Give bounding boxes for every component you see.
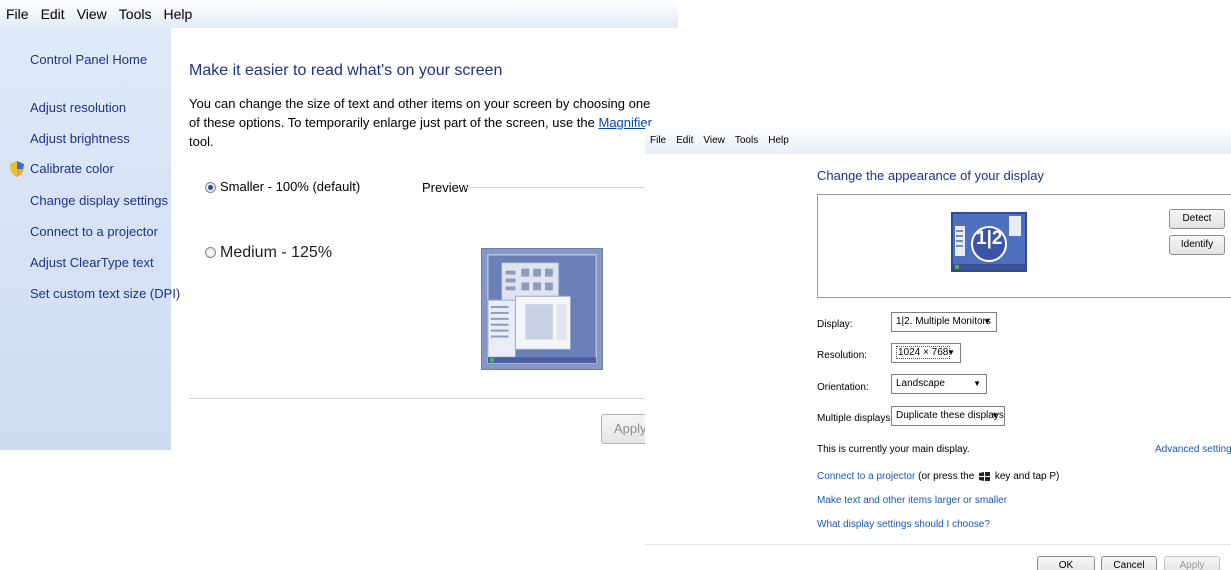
shield-icon xyxy=(10,161,24,177)
display-title: Change the appearance of your display xyxy=(817,168,1044,183)
option-medium-label: Medium - 125% xyxy=(220,244,333,261)
detect-button[interactable]: Detect xyxy=(1169,209,1225,229)
menu-edit[interactable]: Edit xyxy=(676,135,693,146)
display-select[interactable]: 1|2. Multiple Monitors ▼ xyxy=(891,312,997,332)
content-divider xyxy=(189,398,659,399)
menu-bar-2: File Edit View Tools Help xyxy=(645,126,1231,154)
sidebar-item-control-panel-home[interactable]: Control Panel Home xyxy=(30,52,147,67)
cancel-button[interactable]: Cancel xyxy=(1101,556,1157,570)
sidebar-item-custom-text-size[interactable]: Set custom text size (DPI) xyxy=(30,286,180,301)
projector-hint-start: (or press the xyxy=(915,471,978,482)
sidebar-item-adjust-cleartype[interactable]: Adjust ClearType text xyxy=(30,255,154,270)
sidebar-item-connect-projector[interactable]: Connect to a projector xyxy=(30,224,158,239)
menu-tools[interactable]: Tools xyxy=(735,135,758,146)
preview-divider xyxy=(465,187,647,188)
connect-projector-link[interactable]: Connect to a projector xyxy=(817,471,915,482)
orientation-label: Orientation: xyxy=(817,382,869,393)
chevron-down-icon: ▼ xyxy=(947,348,955,357)
menu-bar: File Edit View Tools Help xyxy=(0,0,678,28)
option-medium[interactable]: Medium - 125% xyxy=(205,244,332,262)
monitor-arrangement: 1|2 Detect Identify xyxy=(817,194,1231,298)
menu-edit[interactable]: Edit xyxy=(41,6,65,22)
menu-help[interactable]: Help xyxy=(768,135,789,146)
sidebar: Control Panel Home Adjust resolution Adj… xyxy=(0,28,180,450)
monitor-icon[interactable]: 1|2 xyxy=(951,212,1027,272)
display-select-value: 1|2. Multiple Monitors xyxy=(896,316,991,327)
orientation-select-value: Landscape xyxy=(896,378,945,389)
projector-line: Connect to a projector (or press the key… xyxy=(817,471,1059,482)
main-display-text: This is currently your main display. xyxy=(817,444,970,455)
display-label: Display: xyxy=(817,319,853,330)
display-help-link[interactable]: What display settings should I choose? xyxy=(817,519,990,530)
radio-smaller[interactable] xyxy=(205,182,216,194)
option-smaller[interactable]: Smaller - 100% (default) xyxy=(205,179,360,194)
chevron-down-icon: ▼ xyxy=(973,379,981,388)
page-title: Make it easier to read what's on your sc… xyxy=(189,62,503,79)
menu-file[interactable]: File xyxy=(6,6,29,22)
sidebar-item-adjust-brightness[interactable]: Adjust brightness xyxy=(30,131,130,146)
chevron-down-icon: ▼ xyxy=(983,317,991,326)
menu-tools[interactable]: Tools xyxy=(119,6,152,22)
projector-hint-end: key and tap P) xyxy=(992,471,1060,482)
menu-view[interactable]: View xyxy=(703,135,725,146)
resolution-label: Resolution: xyxy=(817,350,868,361)
page-description: You can change the size of text and othe… xyxy=(189,94,659,151)
display-settings-window: File Edit View Tools Help Change the app… xyxy=(645,126,1231,570)
radio-medium[interactable] xyxy=(205,247,216,259)
text-size-link[interactable]: Make text and other items larger or smal… xyxy=(817,495,1007,506)
multiple-displays-select[interactable]: Duplicate these displays ▼ xyxy=(891,406,1005,426)
sidebar-item-calibrate-color[interactable]: Calibrate color xyxy=(30,161,114,176)
sidebar-item-change-display-settings[interactable]: Change display settings xyxy=(30,193,168,208)
apply-button-2[interactable]: Apply xyxy=(1164,556,1220,570)
advanced-settings-link[interactable]: Advanced settings xyxy=(1155,444,1231,455)
windows-key-icon xyxy=(979,471,991,481)
preview-label: Preview xyxy=(422,180,469,195)
menu-view[interactable]: View xyxy=(77,6,107,22)
sidebar-item-adjust-resolution[interactable]: Adjust resolution xyxy=(30,100,126,115)
footer-divider xyxy=(645,544,1231,545)
preview-image-icon xyxy=(481,248,603,370)
menu-help[interactable]: Help xyxy=(163,6,192,22)
orientation-select[interactable]: Landscape ▼ xyxy=(891,374,987,394)
ok-button[interactable]: OK xyxy=(1037,556,1095,570)
text-size-window: File Edit View Tools Help Control Panel … xyxy=(0,0,678,450)
description-text: You can change the size of text and othe… xyxy=(189,96,651,130)
option-smaller-label: Smaller - 100% (default) xyxy=(220,179,361,194)
monitor-number: 1|2 xyxy=(976,228,1003,249)
multiple-displays-label: Multiple displays: xyxy=(817,413,894,424)
main-content: Make it easier to read what's on your sc… xyxy=(189,28,678,450)
identify-button[interactable]: Identify xyxy=(1169,235,1225,255)
magnifier-link[interactable]: Magnifier xyxy=(599,115,652,130)
multiple-displays-select-value: Duplicate these displays xyxy=(896,410,1004,421)
resolution-select[interactable]: 1024 × 768 ▼ xyxy=(891,343,961,363)
description-text-end: tool. xyxy=(189,134,214,149)
chevron-down-icon: ▼ xyxy=(991,411,999,420)
resolution-select-value: 1024 × 768 xyxy=(896,346,951,359)
menu-file[interactable]: File xyxy=(650,135,666,146)
